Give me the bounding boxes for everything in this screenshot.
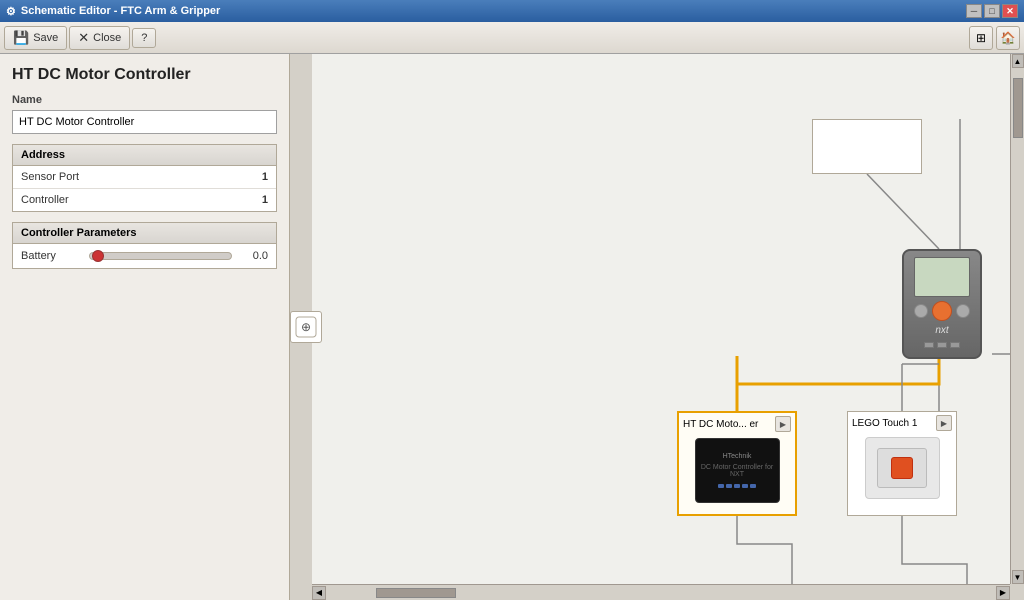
scroll-right-btn[interactable]: ▶ [996,586,1010,600]
battery-label: Battery [21,250,81,262]
nxt-port-3 [950,342,960,348]
ht-motor-top: HT DC Moto... er ▶ [679,413,795,432]
controller-value: 1 [216,189,276,212]
name-label: Name [12,94,277,106]
svg-text:⊕: ⊕ [301,320,311,334]
nxt-label: nxt [935,325,948,336]
scroll-up-btn[interactable]: ▲ [1012,54,1024,68]
battery-value: 0.0 [240,250,268,262]
params-section: Controller Parameters Battery 0.0 [12,222,277,269]
panel-title: HT DC Motor Controller [12,66,277,84]
address-table: Sensor Port 1 Controller 1 [13,166,276,211]
help-button[interactable]: ? [132,28,156,48]
lego-touch-label: LEGO Touch 1 [852,418,928,429]
nxt-device[interactable]: nxt [902,249,982,359]
address-header: Address [13,145,276,166]
close-icon: ✕ [78,30,89,46]
toolbar: 💾 Save ✕ Close ? ⊞ 🏠 [0,22,1024,54]
address-row-sensor: Sensor Port 1 [13,166,276,189]
window-title: Schematic Editor - FTC Arm & Gripper [21,5,220,17]
ht-motor-play-btn[interactable]: ▶ [775,416,791,432]
vertical-scrollbar[interactable]: ▲ ▼ [1010,54,1024,584]
lego-touch-top: LEGO Touch 1 ▶ [848,412,956,431]
lego-touch-play-btn[interactable]: ▶ [936,415,952,431]
save-icon: 💾 [13,30,29,46]
nxt-buttons [914,301,970,321]
scroll-thumb-v[interactable] [1013,78,1023,138]
controller-label: Controller [13,189,216,212]
horizontal-scrollbar[interactable]: ◀ ▶ [312,584,1010,600]
battery-slider-thumb[interactable] [92,250,104,262]
app-icon: ⚙ [6,5,16,18]
motor-device-desc: DC Motor Controller for NXT [696,464,779,478]
scroll-track-v [1013,68,1023,570]
nxt-btn-right[interactable] [956,304,970,318]
sensor-port-label: Sensor Port [13,166,216,189]
scroll-thumb-h[interactable] [376,588,456,598]
scroll-left-btn[interactable]: ◀ [312,586,326,600]
title-bar: ⚙ Schematic Editor - FTC Arm & Gripper ─… [0,0,1024,22]
nxt-port-1 [924,342,934,348]
zoom-control[interactable]: ⊕ [290,311,322,343]
grid-icon-button[interactable]: ⊞ [969,26,993,50]
home-icon-button[interactable]: 🏠 [996,26,1020,50]
canvas-inner: nxt HT DC Moto... er ▶ [312,54,1024,584]
ht-motor-body: HTechnik DC Motor Controller for NXT [679,432,795,509]
close-button[interactable]: ✕ Close [69,26,130,50]
save-button[interactable]: 💾 Save [4,26,67,50]
params-header: Controller Parameters [13,223,276,244]
nxt-btn-left[interactable] [914,304,928,318]
maximize-button[interactable]: □ [984,4,1000,18]
address-row-controller: Controller 1 [13,189,276,212]
main-layout: HT DC Motor Controller Name Address Sens… [0,54,1024,600]
battery-row: Battery 0.0 [13,244,276,268]
scroll-track-h [326,588,996,598]
sensor-port-value: 1 [216,166,276,189]
motor-device-brand: HTechnik [723,453,752,461]
canvas-area[interactable]: nxt HT DC Moto... er ▶ [312,54,1024,584]
lego-touch-node[interactable]: LEGO Touch 1 ▶ [847,411,957,516]
ht-motor-label: HT DC Moto... er [683,419,767,430]
nxt-btn-center[interactable] [932,301,952,321]
top-box-1 [812,119,922,174]
lego-touch-body [848,431,956,505]
left-panel: HT DC Motor Controller Name Address Sens… [0,54,290,600]
close-window-button[interactable]: ✕ [1002,4,1018,18]
ht-motor-node[interactable]: HT DC Moto... er ▶ HTechnik DC Motor Con… [677,411,797,516]
nxt-port-2 [937,342,947,348]
minimize-button[interactable]: ─ [966,4,982,18]
battery-slider-track[interactable] [89,252,232,260]
name-input[interactable] [12,110,277,134]
address-section: Address Sensor Port 1 Controller 1 [12,144,277,212]
scroll-down-btn[interactable]: ▼ [1012,570,1024,584]
nxt-ports [924,342,960,348]
canvas-wrapper: ⊕ [290,54,1024,600]
nxt-screen [914,257,970,297]
